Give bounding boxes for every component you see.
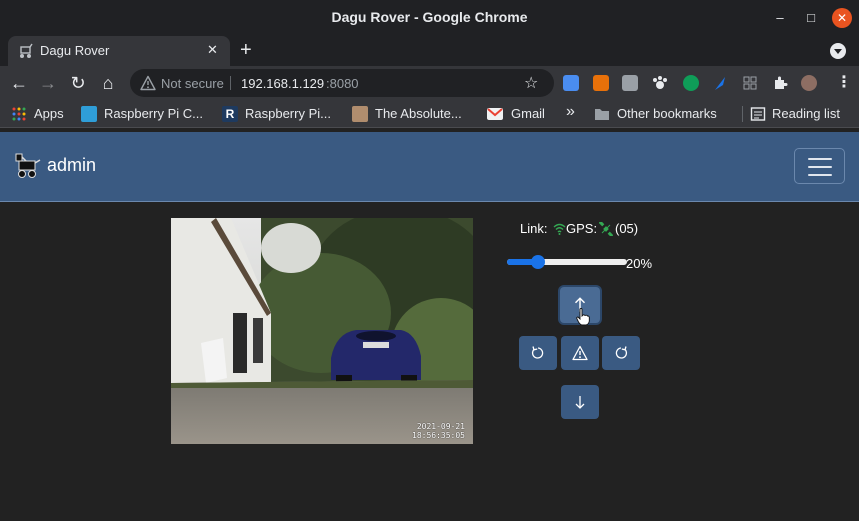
video-timestamp: 2021-09-21 18:56:35:05 xyxy=(412,422,465,440)
rotate-left-button[interactable] xyxy=(519,336,557,370)
slider-thumb[interactable] xyxy=(531,255,545,269)
window-title: Dagu Rover - Google Chrome xyxy=(331,9,528,25)
ext-grey-icon[interactable] xyxy=(622,75,638,91)
rotate-cw-icon xyxy=(615,346,628,359)
gps-label: GPS: xyxy=(566,221,598,236)
forward-button[interactable]: → xyxy=(37,72,59,94)
gmail-icon xyxy=(487,108,503,120)
bookmark-gmail[interactable]: Gmail xyxy=(511,106,545,121)
rotate-right-button[interactable] xyxy=(602,336,640,370)
puzzle-icon[interactable] xyxy=(772,75,788,91)
window-titlebar: Dagu Rover - Google Chrome – □ ✕ xyxy=(0,0,859,36)
reading-list-icon xyxy=(750,107,766,121)
bookmark-other[interactable]: Other bookmarks xyxy=(617,106,717,121)
arrow-down-icon xyxy=(575,396,585,409)
browser-toolbar: ← → ↻ ⌂ Not secure 192.168.1.129 :8080 ☆… xyxy=(0,66,859,100)
backward-button[interactable] xyxy=(561,385,599,419)
video-stamp-time: 18:56:35:05 xyxy=(412,431,465,440)
url-port[interactable]: :8080 xyxy=(326,76,359,91)
maximize-button[interactable]: □ xyxy=(801,8,821,28)
raspberry-pi-favicon-icon xyxy=(81,106,97,122)
brand-name[interactable]: admin xyxy=(47,155,96,176)
tab-search-icon[interactable] xyxy=(830,43,846,59)
satellite-count: (05) xyxy=(615,221,639,236)
bookmark-reading-list[interactable]: Reading list xyxy=(772,106,840,121)
bookmarks-bar: Apps Raspberry Pi C... R Raspberry Pi...… xyxy=(0,100,859,128)
hamburger-line xyxy=(808,174,832,176)
ext-orange-icon[interactable] xyxy=(593,75,609,91)
bookmark-the-absolute[interactable]: The Absolute... xyxy=(375,106,462,121)
rover-favicon-icon xyxy=(20,43,33,58)
tab-strip: Dagu Rover ✕ + xyxy=(0,36,859,66)
tab-title: Dagu Rover xyxy=(40,43,110,58)
bookmarks-divider xyxy=(742,106,743,122)
navbar-toggle-button[interactable] xyxy=(794,148,845,184)
ext-feather-icon[interactable] xyxy=(712,75,728,91)
tab-close-icon[interactable]: ✕ xyxy=(207,42,218,58)
r-favicon-icon: R xyxy=(222,106,238,122)
minimize-button[interactable]: – xyxy=(770,8,790,28)
bookmark-raspberry-pi-1[interactable]: Raspberry Pi C... xyxy=(104,106,203,121)
address-bar[interactable]: Not secure 192.168.1.129 :8080 ☆ xyxy=(130,69,554,97)
home-button[interactable]: ⌂ xyxy=(97,72,119,94)
absolute-favicon-icon xyxy=(352,106,368,122)
new-tab-button[interactable]: + xyxy=(240,39,252,62)
warning-triangle-icon xyxy=(572,345,588,361)
security-label[interactable]: Not secure xyxy=(161,76,224,91)
rover-page: admin 2021-09-21 18:56:35:05 Link: GPS: … xyxy=(0,132,859,521)
hand-cursor-icon xyxy=(576,308,590,326)
tab-dagu-rover[interactable]: Dagu Rover ✕ xyxy=(8,36,230,66)
omnibox-separator xyxy=(230,76,231,90)
apps-grid-icon[interactable] xyxy=(11,106,27,122)
wifi-signal-icon xyxy=(553,223,566,235)
link-label: Link: xyxy=(520,221,548,236)
bookmarks-overflow-button[interactable]: » xyxy=(566,103,575,121)
chrome-menu-button[interactable]: ⋮ xyxy=(836,72,852,92)
bookmark-apps[interactable]: Apps xyxy=(34,106,64,121)
ext-paw-icon[interactable] xyxy=(652,75,668,91)
camera-stream: 2021-09-21 18:56:35:05 xyxy=(171,218,473,444)
hamburger-line xyxy=(808,166,832,168)
rover-logo-icon[interactable] xyxy=(14,151,42,179)
video-stamp-date: 2021-09-21 xyxy=(416,422,465,431)
ext-green-icon[interactable] xyxy=(683,75,699,91)
bookmark-raspberry-pi-2[interactable]: Raspberry Pi... xyxy=(245,106,331,121)
camera-frame-image xyxy=(171,218,473,444)
bookmark-star-icon[interactable]: ☆ xyxy=(524,73,538,93)
ext-grid-icon[interactable] xyxy=(742,75,758,91)
warning-icon[interactable] xyxy=(140,75,156,91)
app-navbar: admin xyxy=(0,132,859,202)
satellite-icon xyxy=(599,222,613,236)
rotate-ccw-icon xyxy=(531,346,544,359)
hamburger-line xyxy=(808,158,832,160)
profile-avatar[interactable] xyxy=(801,75,817,91)
back-button[interactable]: ← xyxy=(8,72,30,94)
folder-icon xyxy=(595,109,609,120)
speed-value: 20% xyxy=(626,256,653,271)
url-host[interactable]: 192.168.1.129 xyxy=(241,76,324,91)
reload-button[interactable]: ↻ xyxy=(67,72,89,94)
stop-button[interactable] xyxy=(561,336,599,370)
speed-slider[interactable] xyxy=(507,255,627,269)
close-window-button[interactable]: ✕ xyxy=(832,8,852,28)
ext-blue-icon[interactable] xyxy=(563,75,579,91)
